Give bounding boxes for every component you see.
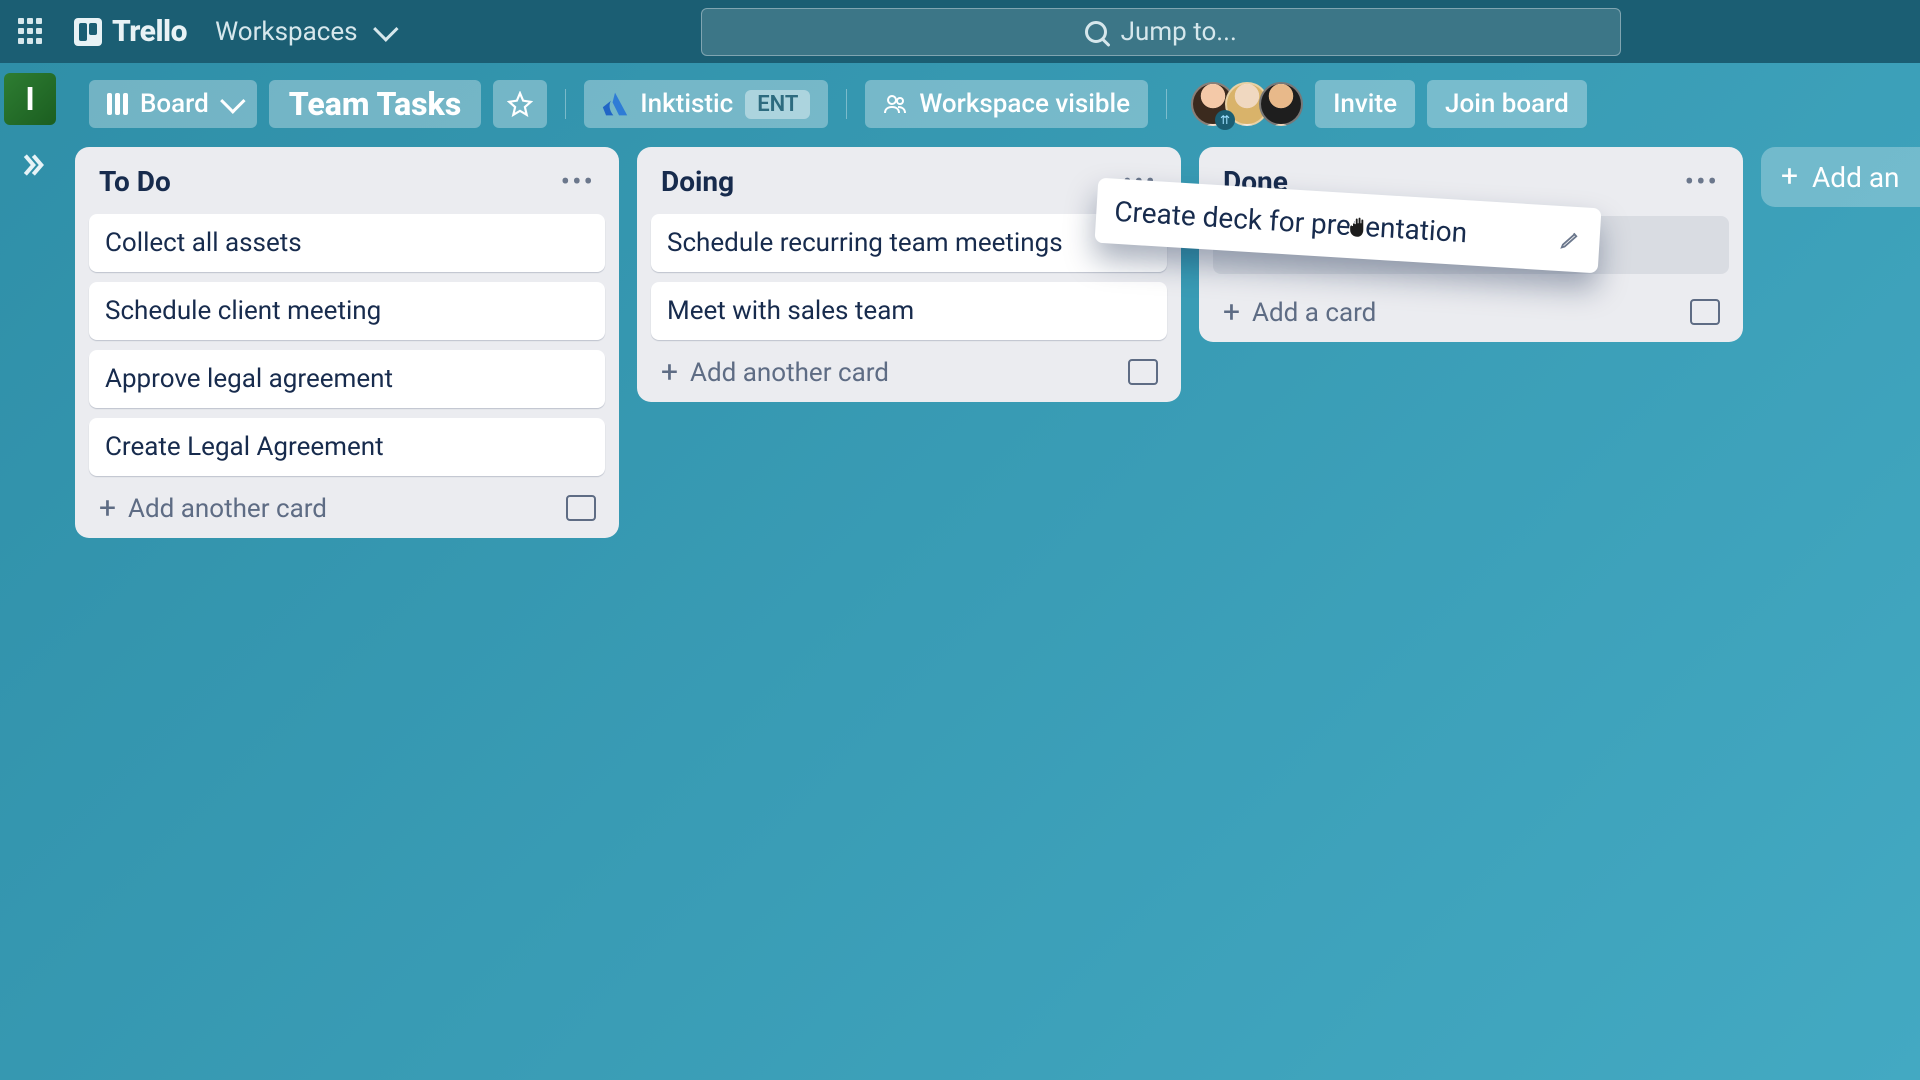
board-bar: Board Team Tasks Inktistic ENT Work: [75, 63, 1920, 135]
sidebar-expand-button[interactable]: [16, 149, 48, 189]
add-card-button[interactable]: + Add another card: [661, 358, 889, 388]
card[interactable]: Schedule recurring team meetings: [651, 214, 1167, 272]
divider: [565, 89, 566, 119]
card-template-button[interactable]: [569, 498, 595, 520]
board-view-icon: [107, 93, 128, 115]
workspace-initial: I: [25, 80, 34, 118]
card[interactable]: Schedule client meeting: [89, 282, 605, 340]
board-view-label: Board: [140, 89, 209, 119]
plus-icon: +: [1781, 162, 1798, 192]
workspaces-label: Workspaces: [215, 17, 357, 47]
search-placeholder: Jump to...: [1121, 17, 1237, 47]
trello-logo[interactable]: Trello: [74, 14, 187, 49]
list-todo: To Do ••• Collect all assets Schedule cl…: [75, 147, 619, 538]
list-title[interactable]: Doing: [661, 165, 734, 198]
board-area: I Board Team Tasks Inktistic: [0, 63, 1920, 1080]
chevron-down-icon: [373, 16, 398, 41]
avatar[interactable]: [1259, 82, 1303, 126]
visibility-button[interactable]: Workspace visible: [865, 80, 1148, 128]
star-board-button[interactable]: [493, 80, 547, 128]
add-card-button[interactable]: + Add a card: [1223, 298, 1376, 328]
join-label: Join board: [1445, 89, 1569, 119]
divider: [846, 89, 847, 119]
board-lists: To Do ••• Collect all assets Schedule cl…: [75, 147, 1920, 538]
add-list-label: Add an: [1812, 161, 1900, 194]
dragging-card-text: Create deck for presentation: [1113, 195, 1468, 250]
trello-logo-icon: [74, 18, 102, 46]
board-title-text: Team Tasks: [289, 85, 461, 123]
add-card-label: Add another card: [690, 358, 889, 388]
add-card-row: + Add another card: [651, 350, 1167, 392]
divider: [1166, 89, 1167, 119]
invite-label: Invite: [1333, 89, 1397, 119]
join-board-button[interactable]: Join board: [1427, 80, 1587, 128]
search-wrap: Jump to...: [420, 8, 1902, 56]
star-icon: [507, 91, 533, 117]
list-header: To Do •••: [89, 161, 605, 204]
grab-cursor-icon: [1345, 211, 1375, 241]
board-view-switcher[interactable]: Board: [89, 80, 257, 128]
list-menu-button[interactable]: •••: [1685, 165, 1719, 198]
search-input[interactable]: Jump to...: [701, 8, 1621, 56]
add-card-label: Add a card: [1252, 298, 1376, 328]
invite-button[interactable]: Invite: [1315, 80, 1415, 128]
apps-grid-icon[interactable]: [18, 18, 46, 46]
list-header: Doing •••: [651, 161, 1167, 204]
card-template-button[interactable]: [1131, 362, 1157, 384]
card[interactable]: Meet with sales team: [651, 282, 1167, 340]
add-card-row: + Add a card: [1213, 290, 1729, 332]
workspaces-dropdown[interactable]: Workspaces: [215, 17, 391, 47]
add-card-button[interactable]: + Add another card: [99, 494, 327, 524]
list-title[interactable]: To Do: [99, 165, 171, 198]
search-icon: [1085, 21, 1107, 43]
card[interactable]: Create Legal Agreement: [89, 418, 605, 476]
board-title[interactable]: Team Tasks: [269, 80, 481, 128]
card-template-button[interactable]: [1693, 302, 1719, 324]
chevron-down-icon: [220, 88, 245, 113]
card[interactable]: Collect all assets: [89, 214, 605, 272]
visibility-label: Workspace visible: [919, 89, 1130, 119]
logo-text: Trello: [112, 14, 187, 49]
atlassian-icon: [602, 91, 628, 117]
pencil-icon[interactable]: [1559, 227, 1582, 250]
add-card-row: + Add another card: [89, 486, 605, 528]
sync-badge-icon: ⇈: [1215, 110, 1235, 130]
workspace-badge[interactable]: I: [4, 73, 56, 125]
add-card-label: Add another card: [128, 494, 327, 524]
add-list-button[interactable]: + Add an: [1761, 147, 1920, 207]
people-icon: [883, 92, 907, 116]
plus-icon: +: [661, 358, 678, 388]
board-members[interactable]: ⇈: [1191, 82, 1303, 126]
plus-icon: +: [99, 494, 116, 524]
org-name: Inktistic: [640, 89, 733, 119]
list-menu-button[interactable]: •••: [561, 165, 595, 198]
plus-icon: +: [1223, 298, 1240, 328]
org-tier-badge: ENT: [745, 90, 810, 119]
org-button[interactable]: Inktistic ENT: [584, 80, 828, 128]
card[interactable]: Approve legal agreement: [89, 350, 605, 408]
app-header: Trello Workspaces Jump to...: [0, 0, 1920, 63]
